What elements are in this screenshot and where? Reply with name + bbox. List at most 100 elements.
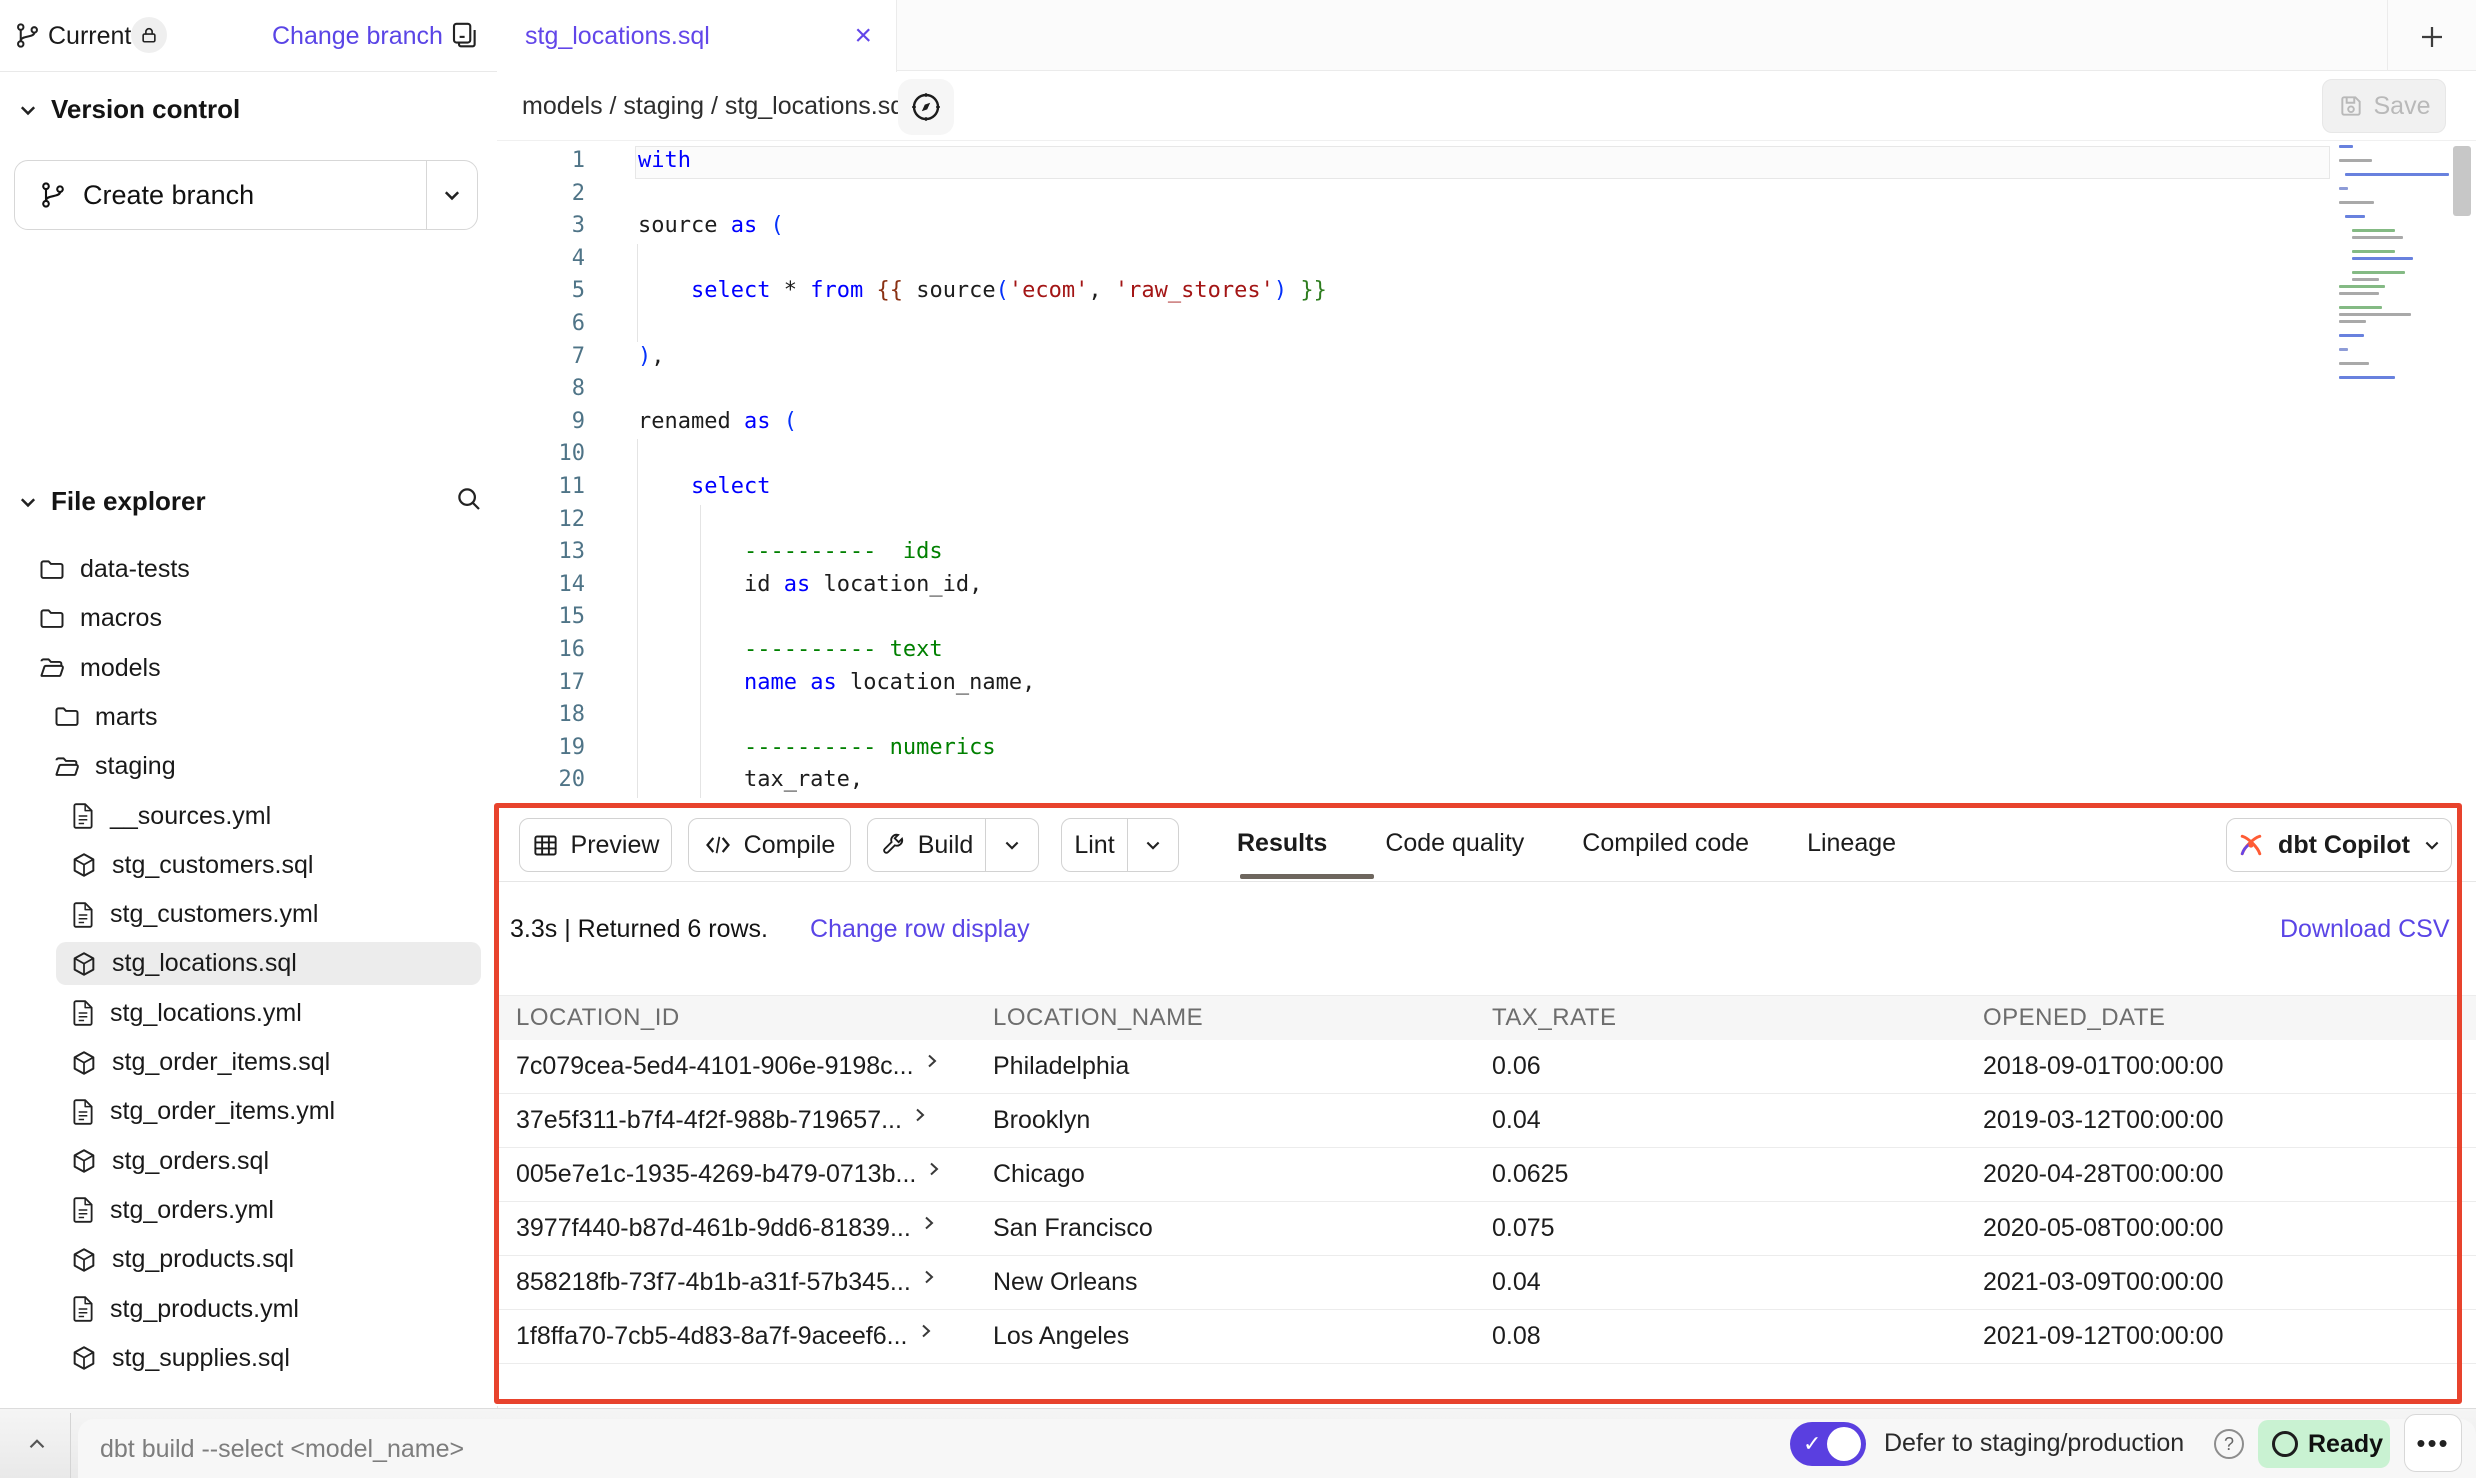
tree-item-staging[interactable]: staging xyxy=(0,742,497,791)
file-explorer-chevron-icon[interactable] xyxy=(17,491,39,513)
folder-open-icon xyxy=(38,654,66,682)
download-csv-wrap: Download CSV xyxy=(2280,906,2450,952)
lint-button[interactable]: Lint xyxy=(1061,818,1179,872)
new-tab-plus-icon[interactable] xyxy=(2409,14,2455,60)
expand-row-chevron-icon[interactable] xyxy=(921,1215,937,1231)
toggle-check-icon: ✓ xyxy=(1803,1431,1821,1457)
defer-label: Defer to staging/production xyxy=(1884,1408,2184,1478)
location-name-cell: Philadelphia xyxy=(993,1052,1492,1081)
tree-item-stg-customers-yml[interactable]: stg_customers.yml xyxy=(0,890,497,939)
opened-date-cell: 2018-09-01T00:00:00 xyxy=(1983,1052,2476,1081)
ready-status-badge[interactable]: Ready xyxy=(2258,1420,2390,1468)
tree-item-macros[interactable]: macros xyxy=(0,594,497,643)
tree-item-stg-locations-yml[interactable]: stg_locations.yml xyxy=(0,989,497,1038)
preview-button[interactable]: Preview xyxy=(519,818,672,872)
tree-item---sources-yml[interactable]: __sources.yml xyxy=(0,792,497,841)
minimap-line xyxy=(2339,306,2382,309)
code-line: select xyxy=(638,474,770,499)
create-branch-button[interactable]: Create branch xyxy=(14,160,478,230)
expand-row-chevron-icon[interactable] xyxy=(912,1107,928,1123)
expand-row-chevron-icon[interactable] xyxy=(921,1269,937,1285)
expand-row-chevron-icon[interactable] xyxy=(918,1323,934,1339)
file-label: stg_products.yml xyxy=(110,1295,299,1324)
minimap-line xyxy=(2352,250,2395,253)
panel-tab-compiled-code[interactable]: Compiled code xyxy=(1582,829,1749,858)
lint-menu-chevron-icon[interactable] xyxy=(1128,835,1178,855)
line-number: 20 xyxy=(497,767,585,792)
tab-stg-locations-sql[interactable]: stg_locations.sql × xyxy=(497,0,897,72)
line-number: 15 xyxy=(497,604,585,629)
file-tree: data-testsmacrosmodelsmartsstaging__sour… xyxy=(0,545,497,1405)
editor-scrollbar[interactable] xyxy=(2453,146,2471,216)
code-editor[interactable]: 1with23source as (45 select * from {{ so… xyxy=(497,141,2476,806)
version-control-chevron-icon[interactable] xyxy=(17,99,39,121)
tree-item-stg-order-items-yml[interactable]: stg_order_items.yml xyxy=(0,1087,497,1136)
editor-minimap[interactable] xyxy=(2335,145,2447,565)
create-branch-menu-chevron-icon[interactable] xyxy=(427,184,477,206)
divider xyxy=(70,1413,71,1478)
tree-item-models[interactable]: models xyxy=(0,644,497,693)
save-button[interactable]: Save xyxy=(2322,79,2446,133)
location-id-cell: 7c079cea-5ed4-4101-906e-9198c... xyxy=(516,1052,914,1081)
panel-tab-code-quality[interactable]: Code quality xyxy=(1385,829,1524,858)
tree-item-stg-order-items-sql[interactable]: stg_order_items.sql xyxy=(0,1038,497,1087)
tree-item-stg-orders-sql[interactable]: stg_orders.sql xyxy=(0,1137,497,1186)
minimap-line xyxy=(2339,292,2379,295)
tree-item-stg-orders-yml[interactable]: stg_orders.yml xyxy=(0,1186,497,1235)
file-search-icon[interactable] xyxy=(454,484,484,514)
compile-label: Compile xyxy=(744,831,836,860)
chevron-up-icon[interactable] xyxy=(24,1431,50,1457)
dbt-copilot-button[interactable]: dbt Copilot xyxy=(2226,818,2452,872)
expand-row-chevron-icon[interactable] xyxy=(924,1053,940,1069)
tax-rate-cell: 0.04 xyxy=(1492,1106,1983,1135)
line-number: 9 xyxy=(497,409,585,434)
minimap-line xyxy=(2339,320,2366,323)
tree-item-stg-products-sql[interactable]: stg_products.sql xyxy=(0,1235,497,1284)
panel-tab-results[interactable]: Results xyxy=(1237,829,1327,858)
lineage-compass-button[interactable] xyxy=(898,79,954,135)
file-icon xyxy=(70,1196,96,1224)
compile-button[interactable]: Compile xyxy=(688,818,851,872)
main-area: stg_locations.sql × models / staging / s… xyxy=(497,0,2476,1408)
defer-toggle[interactable]: ✓ xyxy=(1790,1422,1866,1466)
code-line: ), xyxy=(638,344,665,369)
model-icon xyxy=(70,1246,98,1274)
minimap-line xyxy=(2339,376,2395,379)
tree-item-stg-supplies-sql[interactable]: stg_supplies.sql xyxy=(0,1334,497,1383)
indent-guide xyxy=(637,439,638,798)
change-row-display-link[interactable]: Change row display xyxy=(810,915,1030,944)
tree-item-stg-customers-sql[interactable]: stg_customers.sql xyxy=(0,841,497,890)
panel-tab-lineage[interactable]: Lineage xyxy=(1807,829,1896,858)
opened-date-cell: 2020-05-08T00:00:00 xyxy=(1983,1214,2476,1243)
breadcrumb: models / staging / stg_locations.sql xyxy=(522,71,910,141)
expand-row-chevron-icon[interactable] xyxy=(926,1161,942,1177)
overflow-menu-button[interactable]: ••• xyxy=(2404,1414,2462,1472)
tree-item-data-tests[interactable]: data-tests xyxy=(0,545,497,594)
tab-title: stg_locations.sql xyxy=(525,22,710,51)
copilot-chevron-icon xyxy=(2422,835,2442,855)
status-circle-icon xyxy=(2272,1431,2298,1457)
file-icon xyxy=(70,999,96,1027)
code-line: source as ( xyxy=(638,213,784,238)
build-button[interactable]: Build xyxy=(867,818,1039,872)
file-icon xyxy=(70,1098,96,1126)
build-wrench-icon xyxy=(880,832,906,858)
folder-icon xyxy=(38,556,66,584)
tab-close-icon[interactable]: × xyxy=(854,21,872,51)
copy-icon[interactable] xyxy=(449,20,479,50)
help-icon[interactable]: ? xyxy=(2214,1429,2244,1459)
download-csv-link[interactable]: Download CSV xyxy=(2280,915,2450,944)
build-menu-chevron-icon[interactable] xyxy=(986,835,1038,855)
code-line: name as location_name, xyxy=(638,670,1035,695)
command-placeholder: dbt build --select <model_name> xyxy=(100,1435,464,1464)
tax-rate-cell: 0.08 xyxy=(1492,1322,1983,1351)
line-number: 14 xyxy=(497,572,585,597)
tree-item-stg-products-yml[interactable]: stg_products.yml xyxy=(0,1285,497,1334)
tree-item-marts[interactable]: marts xyxy=(0,693,497,742)
change-branch-link[interactable]: Change branch xyxy=(272,22,443,51)
tree-item-stg-locations-sql[interactable]: stg_locations.sql xyxy=(0,939,497,988)
file-label: stg_customers.yml xyxy=(110,900,318,929)
line-number: 13 xyxy=(497,539,585,564)
file-label: stg_supplies.sql xyxy=(112,1344,290,1373)
code-line: id as location_id, xyxy=(638,572,982,597)
